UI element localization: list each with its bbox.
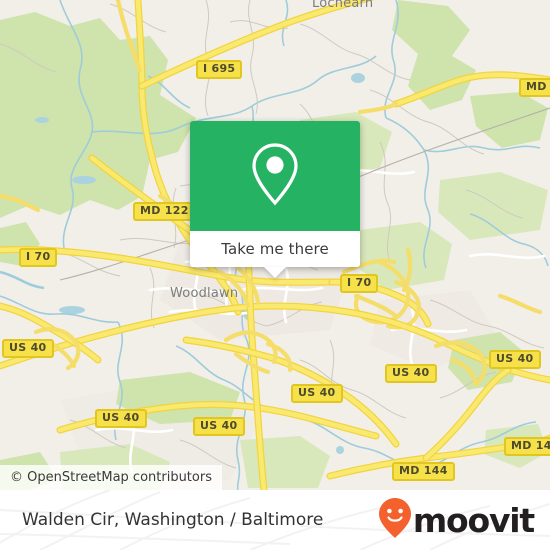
road-shield-us40-c: US 40 [489, 350, 541, 369]
take-me-there-button[interactable]: Take me there [221, 240, 329, 258]
road-shield-i695: I 695 [196, 60, 243, 79]
road-shield-us40-e: US 40 [95, 409, 147, 428]
road-shield-i70-west: I 70 [19, 248, 58, 267]
location-popup[interactable]: Take me there [190, 121, 360, 278]
moovit-smiley-pin-icon [378, 497, 412, 544]
moovit-map-screen: .park { fill:#cfe3ac; } .park2 { fill:#d… [0, 0, 550, 550]
place-label-woodlawn: Woodlawn [170, 286, 239, 301]
bottom-bar: Walden Cir, Washington / Baltimore moovi… [0, 490, 550, 550]
osm-attribution[interactable]: © OpenStreetMap contributors [0, 465, 222, 490]
road-shield-md122: MD 122 [133, 202, 196, 221]
location-title: Walden Cir, Washington / Baltimore [22, 510, 324, 530]
map-canvas[interactable]: .park { fill:#cfe3ac; } .park2 { fill:#d… [0, 0, 550, 490]
road-shield-md144-a: MD 144 [504, 437, 550, 456]
map-pin-icon [249, 141, 301, 212]
road-shield-us40-b: US 40 [385, 364, 437, 383]
road-shield-us40-f: US 40 [193, 417, 245, 436]
road-shield-us40-d: US 40 [291, 384, 343, 403]
place-label-lochearn: Lochearn [312, 0, 374, 11]
popup-header [190, 121, 360, 231]
road-shield-i70-east: I 70 [340, 274, 379, 293]
road-shield-md26: MD 26 [519, 78, 550, 97]
road-shield-us40-a: US 40 [2, 339, 54, 358]
moovit-brand: moovit [378, 497, 535, 544]
popup-pointer [264, 267, 286, 278]
moovit-wordmark: moovit [412, 500, 535, 540]
road-shield-md144-b: MD 144 [392, 462, 455, 481]
popup-footer: Take me there [190, 231, 360, 278]
